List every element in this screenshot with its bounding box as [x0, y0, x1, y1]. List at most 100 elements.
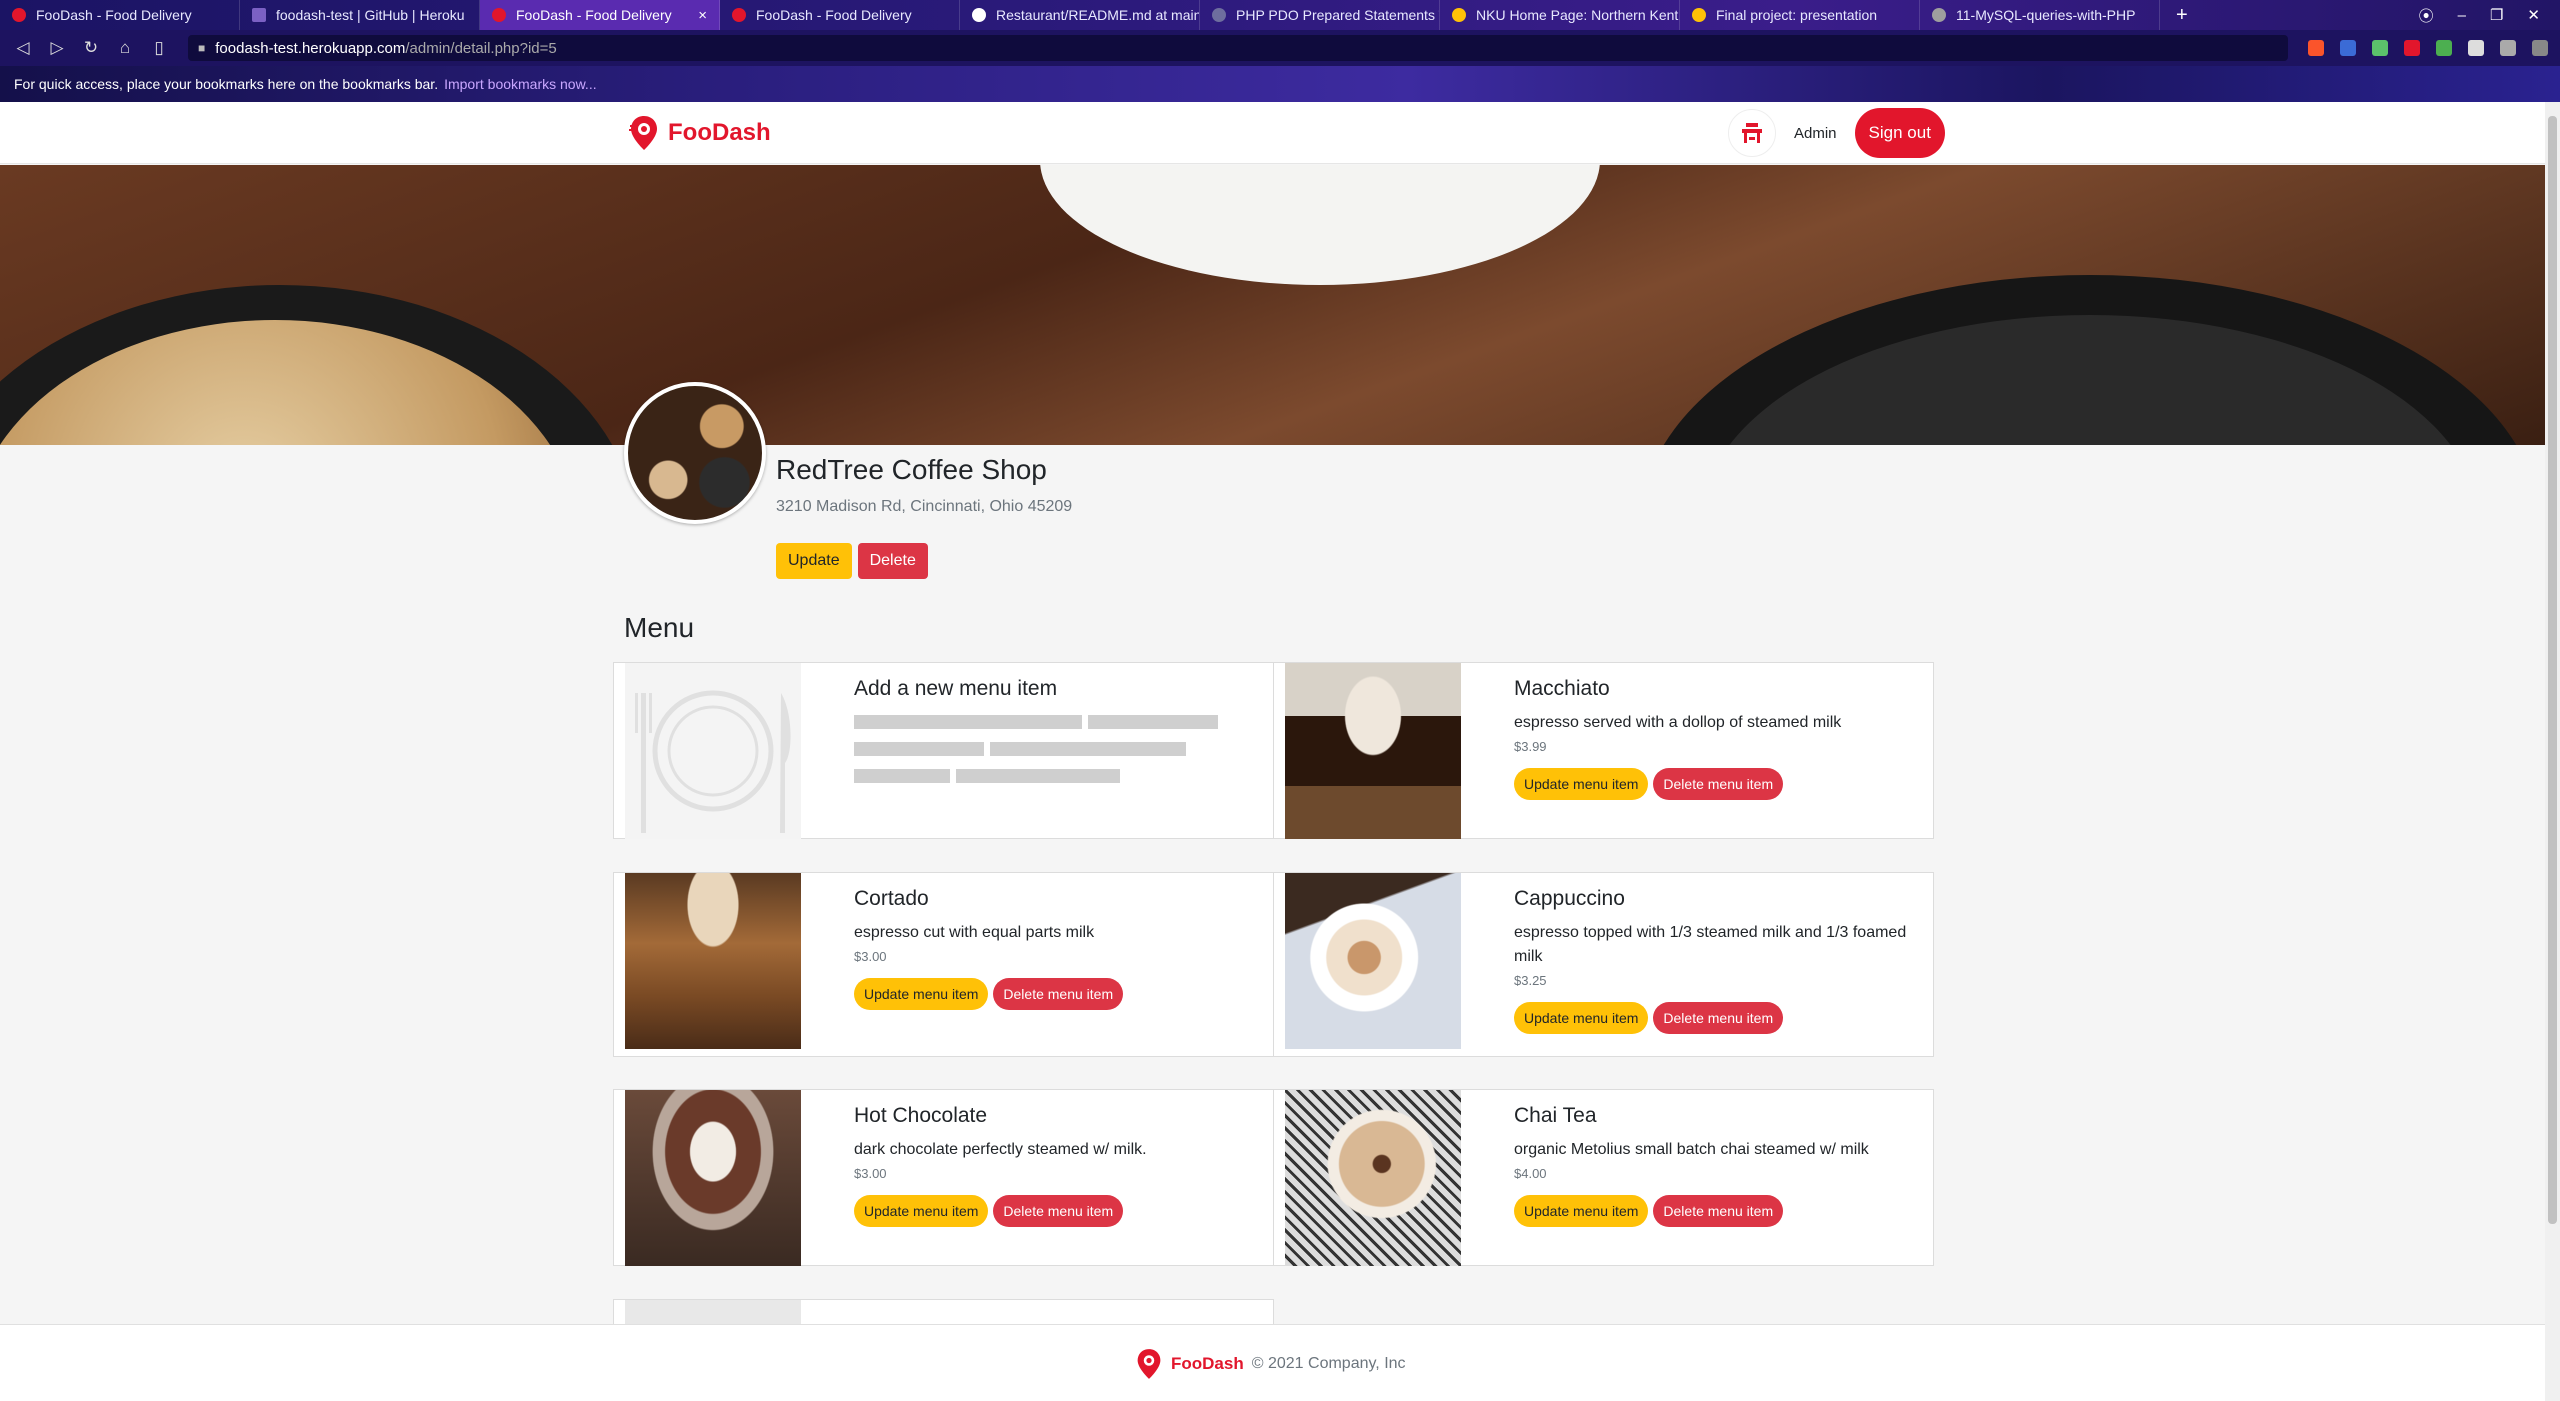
admin-avatar[interactable]: [1728, 109, 1776, 157]
browser-tab[interactable]: Final project: presentation: [1680, 0, 1920, 30]
delete-restaurant-button[interactable]: Delete: [857, 543, 928, 579]
delete-menu-item-button[interactable]: Delete menu item: [993, 978, 1124, 1010]
add-menu-item-card[interactable]: Add a new menu item: [613, 662, 1274, 839]
puzzle-icon[interactable]: [2468, 40, 2484, 56]
forward-icon[interactable]: ▷: [48, 38, 66, 58]
browser-tab[interactable]: FooDash - Food Delivery: [720, 0, 960, 30]
window-controls: ⦿ – ❐ ✕: [2419, 0, 2560, 30]
menu-icon[interactable]: [2532, 40, 2548, 56]
menu-heading: Menu: [624, 612, 695, 643]
tab-title: NKU Home Page: Northern Kentu: [1476, 7, 1680, 23]
delete-menu-item-button[interactable]: Delete menu item: [1653, 1195, 1784, 1227]
tab-title: FooDash - Food Delivery: [516, 7, 672, 23]
menu-item-price: $3.00: [854, 1166, 887, 1181]
extensions-area: [2308, 40, 2548, 56]
update-menu-item-button[interactable]: Update menu item: [1514, 768, 1649, 800]
menu-item-body: Macchiato espresso served with a dollop …: [1514, 677, 1913, 800]
new-tab-icon[interactable]: +: [2176, 4, 2188, 27]
lock-icon: ■: [198, 41, 206, 55]
page-scrollbar[interactable]: [2545, 102, 2560, 1401]
admin-label: Admin: [1794, 124, 1837, 142]
delete-menu-item-button[interactable]: Delete menu item: [1653, 1002, 1784, 1034]
update-menu-item-button[interactable]: Update menu item: [1514, 1002, 1649, 1034]
menu-item-image: [1285, 1090, 1461, 1266]
saucer-shape: [1040, 165, 1600, 285]
menu-item-image: [625, 1090, 801, 1266]
admin-area: Admin Sign out: [1728, 108, 1945, 158]
update-menu-item-button[interactable]: Update menu item: [854, 978, 989, 1010]
menu-item-card: Cappuccino espresso topped with 1/3 stea…: [1273, 872, 1934, 1057]
menu-item-description: espresso topped with 1/3 steamed milk an…: [1514, 924, 1907, 965]
menu-item-body: Cortado espresso cut with equal parts mi…: [854, 887, 1253, 1010]
brand-link[interactable]: FooDash: [628, 114, 771, 152]
extension-icon[interactable]: [2436, 40, 2452, 56]
browser-tab[interactable]: NKU Home Page: Northern Kentu: [1440, 0, 1680, 30]
brave-shield-icon[interactable]: [2308, 40, 2324, 56]
browser-menu-icon[interactable]: ⦿: [2419, 5, 2434, 26]
site-footer: FooDash © 2021 Company, Inc: [0, 1324, 2545, 1401]
tab-title: Restaurant/README.md at main: [996, 7, 1200, 23]
browser-toolbar: ◁ ▷ ↻ ⌂ ▯ ■ foodash-test.herokuapp.com/a…: [0, 30, 2560, 66]
wallet-icon[interactable]: [2500, 40, 2516, 56]
menu-item-description: espresso served with a dollop of steamed…: [1514, 714, 1842, 731]
menu-item-name: Hot Chocolate: [854, 1104, 988, 1127]
add-item-body: Add a new menu item: [854, 677, 1253, 788]
hero-banner-image: [0, 165, 2545, 445]
menu-item-body: Chai Tea organic Metolius small batch ch…: [1514, 1104, 1913, 1227]
tab-close-icon[interactable]: ×: [698, 7, 707, 24]
menu-item-image: [1285, 873, 1461, 1049]
globe-icon: [1932, 8, 1946, 22]
sign-out-button[interactable]: Sign out: [1854, 108, 1945, 158]
menu-item-price: $3.00: [854, 949, 887, 964]
delete-menu-item-button[interactable]: Delete menu item: [993, 1195, 1124, 1227]
brand-name: FooDash: [668, 119, 771, 146]
browser-tab[interactable]: Restaurant/README.md at main: [960, 0, 1200, 30]
maximize-icon[interactable]: ❐: [2490, 6, 2503, 24]
menu-item-price: $3.25: [1514, 973, 1547, 988]
update-menu-item-button[interactable]: Update menu item: [854, 1195, 989, 1227]
browser-tab[interactable]: 11-MySQL-queries-with-PHP: [1920, 0, 2160, 30]
back-icon[interactable]: ◁: [14, 38, 32, 58]
bookmark-icon[interactable]: ▯: [150, 38, 168, 58]
update-restaurant-button[interactable]: Update: [776, 543, 852, 579]
extension-icon[interactable]: [2340, 40, 2356, 56]
tab-title: foodash-test | GitHub | Heroku: [276, 7, 465, 23]
tab-favicon-icon: [1212, 8, 1226, 22]
close-window-icon[interactable]: ✕: [2527, 6, 2540, 24]
minimize-icon[interactable]: –: [2458, 7, 2466, 24]
menu-item-name: Cappuccino: [1514, 887, 1625, 910]
placeholder-line: [1088, 715, 1218, 729]
footer-content: FooDash © 2021 Company, Inc: [1135, 1347, 1406, 1381]
tab-favicon-icon: [12, 8, 26, 22]
browser-tab[interactable]: foodash-test | GitHub | Heroku: [240, 0, 480, 30]
reload-icon[interactable]: ↻: [82, 38, 100, 58]
placeholder-plate-icon: [625, 663, 801, 839]
update-menu-item-button[interactable]: Update menu item: [1514, 1195, 1649, 1227]
footer-brand[interactable]: FooDash: [1171, 1354, 1244, 1374]
browser-tab[interactable]: PHP PDO Prepared Statements Tu: [1200, 0, 1440, 30]
browser-tab-active[interactable]: FooDash - Food Delivery ×: [480, 0, 720, 30]
browser-tab-bar: FooDash - Food Delivery foodash-test | G…: [0, 0, 2560, 30]
tab-favicon-icon: [492, 8, 506, 22]
delete-menu-item-button[interactable]: Delete menu item: [1653, 768, 1784, 800]
bookmarks-hint: For quick access, place your bookmarks h…: [14, 76, 439, 92]
home-icon[interactable]: ⌂: [116, 38, 134, 58]
menu-item-price: $3.99: [1514, 739, 1547, 754]
menu-item-actions: Update menu item Delete menu item: [1514, 768, 1913, 800]
import-bookmarks-link[interactable]: Import bookmarks now...: [444, 76, 597, 92]
extension-icon[interactable]: [2372, 40, 2388, 56]
menu-item-name: Chai Tea: [1514, 1104, 1597, 1127]
restaurant-address: 3210 Madison Rd, Cincinnati, Ohio 45209: [776, 498, 1073, 515]
tab-title: PHP PDO Prepared Statements Tu: [1236, 7, 1440, 23]
menu-item-actions: Update menu item Delete menu item: [1514, 1195, 1913, 1227]
url-path: /admin/detail.php?id=5: [405, 39, 557, 57]
menu-item-actions: Update menu item Delete menu item: [854, 978, 1253, 1010]
page-viewport: FooDash Admin Sign out RedTree Coffee Sh…: [0, 102, 2545, 1401]
site-header: FooDash Admin Sign out: [0, 102, 2545, 164]
browser-tab[interactable]: FooDash - Food Delivery: [0, 0, 240, 30]
menu-item-description: dark chocolate perfectly steamed w/ milk…: [854, 1141, 1147, 1158]
menu-item-actions: Update menu item Delete menu item: [1514, 1002, 1913, 1034]
extension-icon[interactable]: [2404, 40, 2420, 56]
address-bar[interactable]: ■ foodash-test.herokuapp.com/admin/detai…: [188, 35, 2288, 61]
scrollbar-thumb[interactable]: [2548, 116, 2557, 1224]
